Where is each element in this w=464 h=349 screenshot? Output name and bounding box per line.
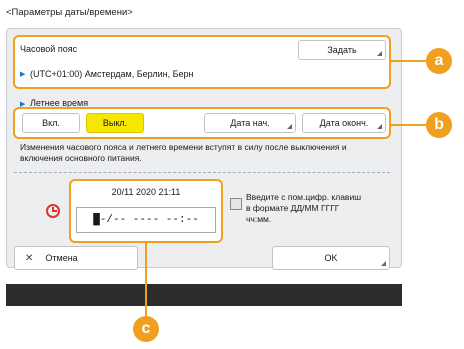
callout-c-badge: c [133,316,159,342]
callout-b-badge: b [426,112,452,138]
page-title: <Параметры даты/времени> [6,7,133,18]
callout-a-frame [13,35,391,89]
cancel-label: Отмена [45,253,78,263]
keypad-icon [230,198,242,210]
callout-b-frame [13,107,391,139]
callout-c-line [145,243,147,317]
callout-c-frame [69,179,223,243]
ok-button[interactable]: OK [272,246,390,270]
status-bar [6,284,402,306]
keypad-hint: Введите с пом.цифр. клавиш в формате ДД/… [246,192,362,224]
callout-a-badge: a [426,48,452,74]
close-icon: ✕ [25,252,34,264]
callout-a-line [391,60,427,62]
cancel-button[interactable]: ✕ Отмена [14,246,138,270]
callout-b-line [391,124,427,126]
notice-text: Изменения часового пояса и летнего време… [20,142,347,163]
clock-icon [46,204,60,218]
